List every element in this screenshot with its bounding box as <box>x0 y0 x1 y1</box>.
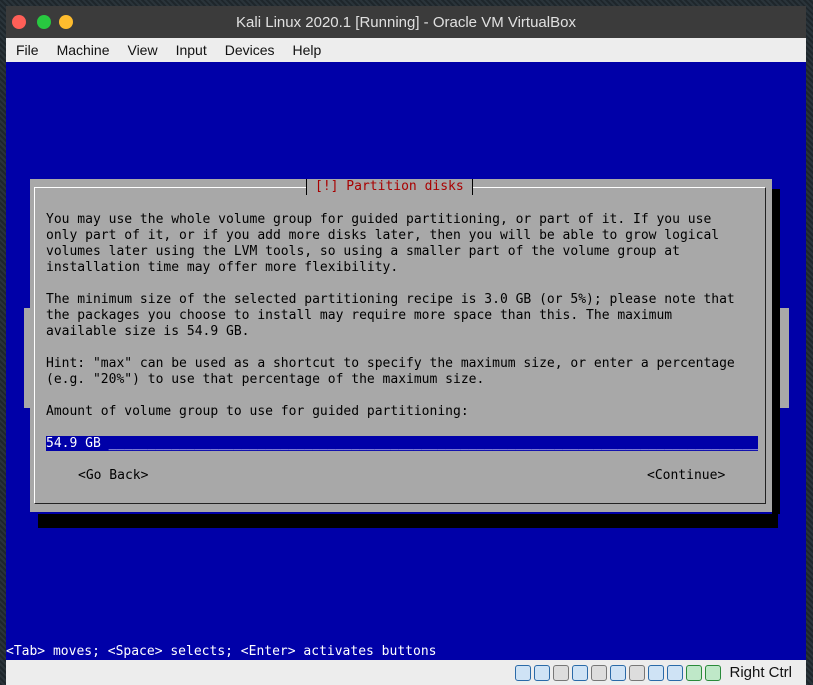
menu-machine[interactable]: Machine <box>47 42 118 58</box>
window-title: Kali Linux 2020.1 [Running] - Oracle VM … <box>236 14 576 31</box>
info-paragraph-2: The minimum size of the selected partiti… <box>46 292 735 339</box>
dialog-title: [!] Partition disks <box>306 179 473 195</box>
menu-help[interactable]: Help <box>283 42 330 58</box>
host-key-label: Right Ctrl <box>729 664 792 681</box>
status-bar: Right Ctrl <box>6 660 806 685</box>
volume-amount-value: 54.9 GB <box>46 436 101 451</box>
audio-icon[interactable] <box>553 664 570 681</box>
display-icon[interactable] <box>629 664 646 681</box>
go-back-button[interactable]: <Go Back> <box>78 468 148 484</box>
menu-view[interactable]: View <box>117 42 165 58</box>
recording-icon[interactable] <box>648 664 665 681</box>
continue-button[interactable]: <Continue> <box>647 468 725 484</box>
processor-icon[interactable] <box>667 664 684 681</box>
usb-icon[interactable] <box>591 664 608 681</box>
info-paragraph-1: You may use the whole volume group for g… <box>46 212 720 275</box>
dialog-shadow-bottom <box>38 514 778 528</box>
hint-paragraph: Hint: "max" can be used as a shortcut to… <box>46 356 735 387</box>
shared-folders-icon[interactable] <box>610 664 627 681</box>
keyboard-hint-bar: <Tab> moves; <Space> selects; <Enter> ac… <box>6 644 437 659</box>
network-icon[interactable] <box>572 664 589 681</box>
vm-console[interactable]: [!] Partition disks You may use the whol… <box>6 62 806 660</box>
input-prompt: Amount of volume group to use for guided… <box>46 404 469 419</box>
dialog-shadow-right <box>772 189 780 514</box>
virtualbox-window: Kali Linux 2020.1 [Running] - Oracle VM … <box>6 6 806 685</box>
input-fill: ________________________________________… <box>100 436 758 451</box>
volume-amount-input[interactable]: 54.9 GB ________________________________… <box>46 436 758 451</box>
menu-devices[interactable]: Devices <box>215 42 283 58</box>
menu-bar: File Machine View Input Devices Help <box>6 38 806 62</box>
title-bar[interactable]: Kali Linux 2020.1 [Running] - Oracle VM … <box>6 6 806 38</box>
menu-file[interactable]: File <box>6 42 47 58</box>
partition-disks-dialog: [!] Partition disks You may use the whol… <box>30 179 772 512</box>
hard-disk-icon[interactable] <box>515 664 532 681</box>
device-icons <box>515 664 722 681</box>
host-key-icon[interactable] <box>705 664 722 681</box>
mouse-integration-icon[interactable] <box>686 664 703 681</box>
optical-drive-icon[interactable] <box>534 664 551 681</box>
menu-input[interactable]: Input <box>166 42 215 58</box>
